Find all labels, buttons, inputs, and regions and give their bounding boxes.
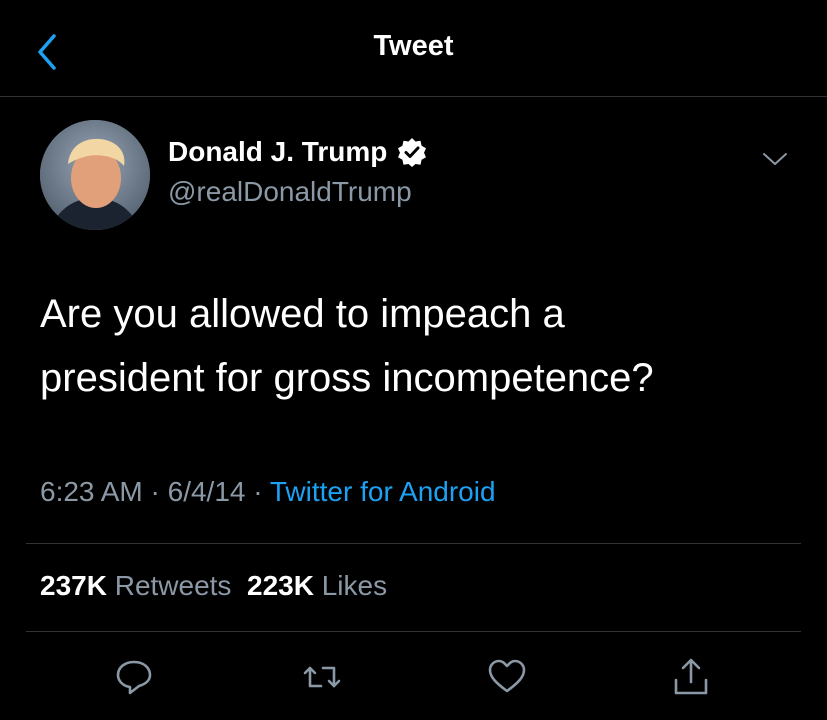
tweet-text: Are you allowed to impeach a president f… <box>40 282 800 410</box>
page-title: Tweet <box>373 30 454 62</box>
tweet-source-link[interactable]: Twitter for Android <box>270 476 496 507</box>
divider <box>26 631 801 632</box>
likes-label: Likes <box>321 570 388 601</box>
engagement-stats: 237K Retweets 223K Likes <box>40 570 387 602</box>
like-count: 223K <box>247 570 314 601</box>
author-handle[interactable]: @realDonaldTrump <box>168 176 412 208</box>
top-bar: Tweet <box>0 0 827 97</box>
avatar-image <box>40 120 150 230</box>
separator-dot: · <box>253 476 270 507</box>
tweet-line: president for gross incompetence? <box>40 356 654 400</box>
reply-icon[interactable] <box>113 656 155 698</box>
retweets-stat[interactable]: 237K Retweets <box>40 570 231 601</box>
avatar[interactable] <box>40 120 150 230</box>
retweet-count: 237K <box>40 570 107 601</box>
author-name-row[interactable]: Donald J. Trump <box>168 136 427 168</box>
retweet-icon[interactable] <box>301 656 343 698</box>
retweets-label: Retweets <box>114 570 232 601</box>
share-icon[interactable] <box>670 656 712 698</box>
verified-badge-icon <box>398 138 427 167</box>
action-bar <box>0 650 827 706</box>
likes-stat[interactable]: 223K Likes <box>247 570 387 601</box>
divider <box>26 543 801 544</box>
tweet-meta: 6:23 AM · 6/4/14 · Twitter for Android <box>40 476 496 508</box>
tweet-date: 6/4/14 <box>167 476 246 507</box>
separator-dot: · <box>150 476 168 507</box>
author-name: Donald J. Trump <box>168 136 388 167</box>
tweet-time: 6:23 AM <box>40 476 143 507</box>
chevron-down-icon[interactable] <box>760 144 790 174</box>
like-icon[interactable] <box>486 656 528 698</box>
tweet-line: Are you allowed to impeach a <box>40 292 565 336</box>
